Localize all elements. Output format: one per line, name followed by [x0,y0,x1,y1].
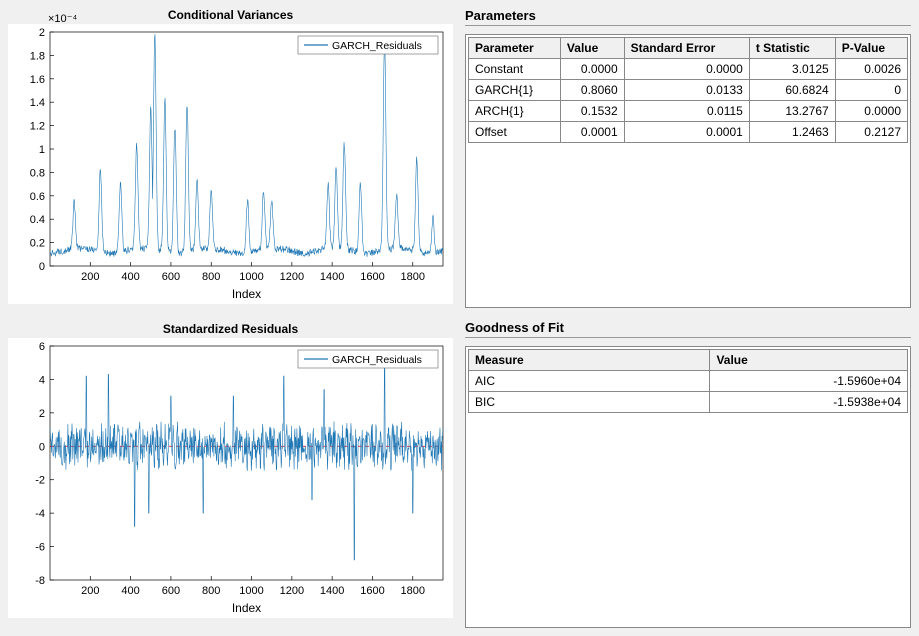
svg-text:600: 600 [162,585,180,597]
table-row: ARCH{1}0.15320.011513.27670.0000 [469,101,908,122]
standardized-residuals-chart: Standardized Residuals -8 -6 -4 -2 0 2 4 6 200 40… [8,322,453,628]
svg-text:-8: -8 [35,575,45,587]
svg-text:0.8: 0.8 [30,167,45,179]
divider [465,337,911,338]
svg-text:0.2: 0.2 [30,238,45,250]
svg-text:0.6: 0.6 [30,191,45,203]
col-measure: Measure [469,350,710,371]
svg-text:-2: -2 [35,475,45,487]
parameters-title: Parameters [465,8,911,23]
svg-text:1200: 1200 [280,271,304,283]
svg-text:6: 6 [39,341,45,353]
svg-text:1.6: 1.6 [30,74,45,86]
svg-text:1000: 1000 [239,585,263,597]
table-row: Offset0.00010.00011.24630.2127 [469,122,908,143]
svg-text:1: 1 [39,144,45,156]
svg-text:1400: 1400 [320,271,344,283]
table-row: AIC-1.5960e+04 [469,371,908,392]
svg-text:-4: -4 [35,508,45,520]
conditional-variances-chart: ×10⁻⁴ Conditional Variances 00.20.40.60.… [8,8,453,314]
divider [465,25,911,26]
svg-text:1400: 1400 [320,585,344,597]
svg-text:Index: Index [232,287,261,301]
svg-text:0.4: 0.4 [30,214,45,226]
col-value: Value [560,38,624,59]
svg-text:-6: -6 [35,542,45,554]
svg-text:2: 2 [39,27,45,39]
gof-title: Goodness of Fit [465,320,911,335]
parameters-table: Parameter Value Standard Error t Statist… [468,37,908,143]
chart2-svg: -8 -6 -4 -2 0 2 4 6 200 400 600 800 1000 1200 1400 1600… [8,338,453,618]
svg-text:1800: 1800 [401,585,425,597]
col-parameter: Parameter [469,38,561,59]
col-pvalue: P-Value [835,38,907,59]
svg-text:1.2: 1.2 [30,121,45,133]
table-row: BIC-1.5938e+04 [469,392,908,413]
gof-table: Measure Value AIC-1.5960e+04BIC-1.5938e+… [468,349,908,413]
chart1-svg: 0 0.2 0.4 0.6 0.8 1 1.2 1.4 1.6 1.8 2 200 400 600 800 1… [8,24,453,304]
svg-text:400: 400 [121,271,139,283]
svg-text:600: 600 [162,271,180,283]
svg-text:200: 200 [81,585,99,597]
col-tstat: t Statistic [749,38,835,59]
parameters-table-wrap: Parameter Value Standard Error t Statist… [465,34,911,308]
svg-text:1600: 1600 [360,585,384,597]
svg-text:4: 4 [39,374,45,386]
svg-text:400: 400 [121,585,139,597]
svg-text:1200: 1200 [280,585,304,597]
svg-text:GARCH_Residuals: GARCH_Residuals [332,40,422,52]
svg-text:1000: 1000 [239,271,263,283]
svg-text:800: 800 [202,585,220,597]
svg-text:200: 200 [81,271,99,283]
gof-table-wrap: Measure Value AIC-1.5960e+04BIC-1.5938e+… [465,346,911,628]
svg-text:1600: 1600 [360,271,384,283]
col-se: Standard Error [624,38,749,59]
col-value: Value [710,350,908,371]
y-exponent-label: ×10⁻⁴ [48,12,77,25]
svg-text:800: 800 [202,271,220,283]
chart-title-2: Standardized Residuals [8,322,453,336]
svg-text:1.8: 1.8 [30,50,45,62]
svg-text:Index: Index [232,601,261,615]
svg-text:0: 0 [39,441,45,453]
svg-text:2: 2 [39,408,45,420]
svg-text:0: 0 [39,261,45,273]
svg-text:1.4: 1.4 [30,97,45,109]
svg-text:1800: 1800 [401,271,425,283]
table-row: Constant0.00000.00003.01250.0026 [469,59,908,80]
svg-text:GARCH_Residuals: GARCH_Residuals [332,354,422,366]
table-row: GARCH{1}0.80600.013360.68240 [469,80,908,101]
